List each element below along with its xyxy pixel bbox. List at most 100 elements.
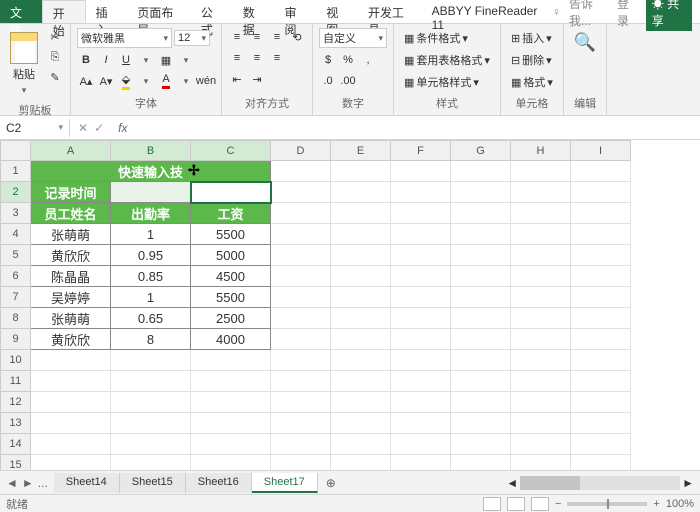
number-format-select[interactable]: 自定义 [319,28,387,48]
cell-C10[interactable] [191,350,271,371]
row-header-15[interactable]: 15 [1,455,31,471]
cell-A6[interactable]: 陈晶晶 [31,266,111,287]
cell-G12[interactable] [451,392,511,413]
sheet-nav-next[interactable]: ► [22,476,34,490]
phonetic-button[interactable]: wén [197,72,215,90]
cell-G13[interactable] [451,413,511,434]
cell-G6[interactable] [451,266,511,287]
font-color-button[interactable]: A [157,72,175,90]
cell-B14[interactable] [111,434,191,455]
tab-视图[interactable]: 视图 [316,0,358,23]
cell-E3[interactable] [331,203,391,224]
enter-icon[interactable]: ✓ [94,121,104,135]
cell-C15[interactable] [191,455,271,471]
cell-H2[interactable] [511,182,571,203]
format-cells-button[interactable]: ▦格式 ▾ [507,72,557,92]
cell-A5[interactable]: 黄欣欣 [31,245,111,266]
cell-C3[interactable]: 工资 [191,203,271,224]
sheet-tab-Sheet16[interactable]: Sheet16 [186,473,252,493]
cell-C2[interactable] [191,182,271,203]
cancel-icon[interactable]: ✕ [78,121,88,135]
cell-I5[interactable] [571,245,631,266]
border-menu[interactable] [177,51,195,69]
col-header-I[interactable]: I [571,141,631,161]
cell-E15[interactable] [331,455,391,471]
view-normal-icon[interactable] [483,497,501,511]
cell-H9[interactable] [511,329,571,350]
cell-I11[interactable] [571,371,631,392]
cell-G11[interactable] [451,371,511,392]
row-header-3[interactable]: 3 [1,203,31,224]
orientation-icon[interactable]: ⟲ [288,28,306,46]
cell-C14[interactable] [191,434,271,455]
paste-button[interactable]: 粘贴 [6,28,42,100]
increase-font-icon[interactable]: A▴ [77,72,95,90]
cell-D1[interactable] [271,161,331,182]
align-bottom-icon[interactable]: ≡ [268,28,286,46]
cell-I8[interactable] [571,308,631,329]
cell-A12[interactable] [31,392,111,413]
zoom-out-icon[interactable]: − [555,498,561,510]
cell-F10[interactable] [391,350,451,371]
name-box[interactable]: C2 [0,119,70,137]
tab-开发工具[interactable]: 开发工具 [358,0,422,23]
align-top-icon[interactable]: ≡ [228,28,246,46]
cell-I1[interactable] [571,161,631,182]
cell-I15[interactable] [571,455,631,471]
cell-A13[interactable] [31,413,111,434]
cell-F3[interactable] [391,203,451,224]
format-painter-icon[interactable]: ✎ [46,68,64,86]
cell-F6[interactable] [391,266,451,287]
copy-icon[interactable]: ⎘ [46,48,64,66]
cell-G8[interactable] [451,308,511,329]
cell-G4[interactable] [451,224,511,245]
row-header-12[interactable]: 12 [1,392,31,413]
tab-插入[interactable]: 插入 [86,0,128,23]
cell-D10[interactable] [271,350,331,371]
cell-D15[interactable] [271,455,331,471]
cell-C8[interactable]: 2500 [191,308,271,329]
tab-数据[interactable]: 数据 [233,0,275,23]
fx-icon[interactable]: fx [112,121,133,135]
align-middle-icon[interactable]: ≡ [248,28,266,46]
cell-E7[interactable] [331,287,391,308]
row-header-11[interactable]: 11 [1,371,31,392]
sheet-tab-Sheet15[interactable]: Sheet15 [120,473,186,493]
cell-E4[interactable] [331,224,391,245]
cell-A3[interactable]: 员工姓名 [31,203,111,224]
cell-G7[interactable] [451,287,511,308]
cell-I9[interactable] [571,329,631,350]
cell-B8[interactable]: 0.65 [111,308,191,329]
cell-H4[interactable] [511,224,571,245]
percent-icon[interactable]: % [339,51,357,69]
cell-F4[interactable] [391,224,451,245]
cell-A11[interactable] [31,371,111,392]
col-header-B[interactable]: B [111,141,191,161]
cell-C6[interactable]: 4500 [191,266,271,287]
select-all-corner[interactable] [1,141,31,161]
row-header-2[interactable]: 2 [1,182,31,203]
cell-H12[interactable] [511,392,571,413]
cell-D5[interactable] [271,245,331,266]
add-sheet-button[interactable]: ⊕ [318,476,344,490]
cell-E6[interactable] [331,266,391,287]
cell-I13[interactable] [571,413,631,434]
row-header-4[interactable]: 4 [1,224,31,245]
scroll-left-icon[interactable]: ◄ [506,476,518,490]
col-header-F[interactable]: F [391,141,451,161]
cell-B3[interactable]: 出勤率 [111,203,191,224]
col-header-E[interactable]: E [331,141,391,161]
col-header-G[interactable]: G [451,141,511,161]
font-color-menu[interactable] [177,72,195,90]
cell-F2[interactable] [391,182,451,203]
conditional-format-button[interactable]: ▦条件格式 ▾ [400,28,494,48]
zoom-level[interactable]: 100% [666,498,694,510]
row-header-8[interactable]: 8 [1,308,31,329]
cell-A10[interactable] [31,350,111,371]
cell-F7[interactable] [391,287,451,308]
cell-G2[interactable] [451,182,511,203]
row-header-9[interactable]: 9 [1,329,31,350]
cell-H1[interactable] [511,161,571,182]
cell-F5[interactable] [391,245,451,266]
cell-F9[interactable] [391,329,451,350]
